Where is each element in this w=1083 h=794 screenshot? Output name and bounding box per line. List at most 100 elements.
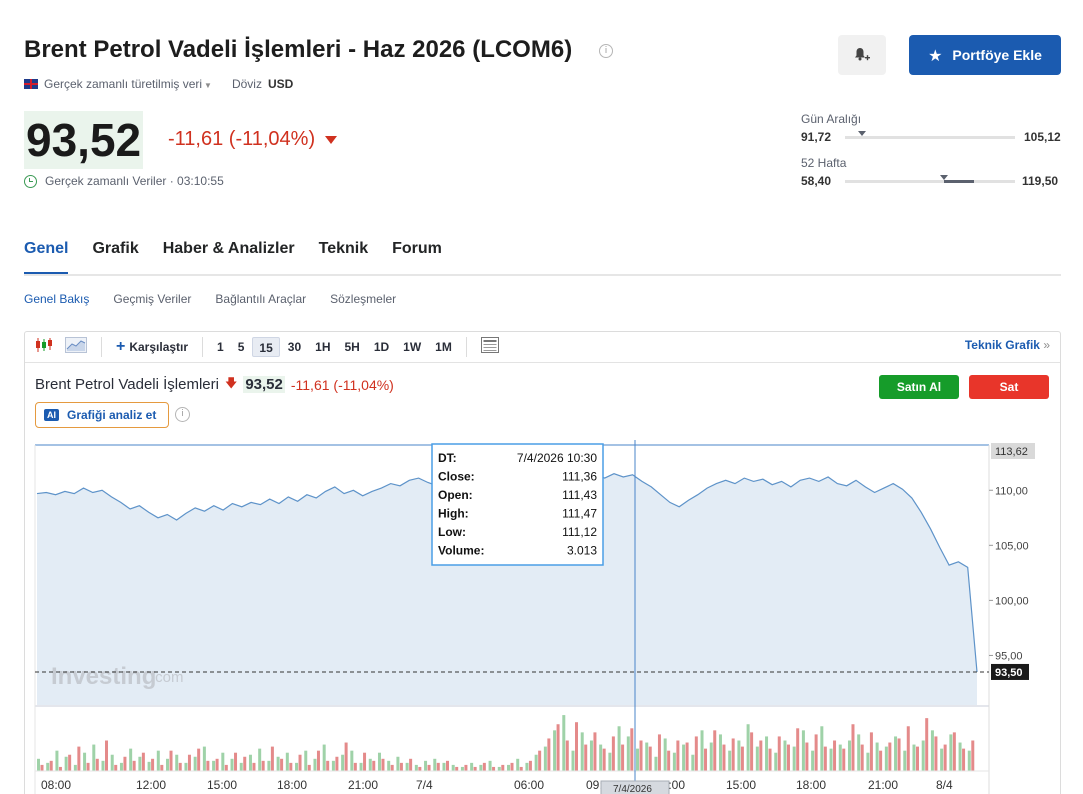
tooltip-value: 111,47 [562,507,597,521]
volume-bar-buy [119,762,123,771]
subtab-contracts[interactable]: Sözleşmeler [330,292,396,306]
data-table-icon[interactable] [475,337,505,357]
volume-bar-sell [335,756,339,771]
volume-bar-buy [626,736,630,771]
interval-1[interactable]: 1 [211,337,230,357]
volume-bar-buy [451,764,455,771]
tooltip-label: Low: [438,525,466,539]
interval-5h[interactable]: 5H [338,337,365,357]
volume-bar-buy [129,748,133,771]
tooltip-label: Close: [438,470,475,484]
volume-bar-buy [921,740,925,771]
analyze-chart-button[interactable]: AI Grafiği analiz et [35,402,169,428]
volume-bar-sell [602,748,606,771]
volume-bar-buy [866,752,870,771]
volume-bar-sell [95,758,99,771]
volume-bar-sell [132,760,136,771]
compare-button[interactable]: + Karşılaştır [110,337,194,357]
interval-1d[interactable]: 1D [368,337,395,357]
volume-bar-buy [424,760,428,771]
volume-bar-sell [243,756,247,771]
volume-bar-buy [405,762,409,771]
volume-bar-buy [138,756,142,771]
x-tick-label: 06:00 [514,778,544,792]
volume-bar-buy [322,744,326,771]
volume-bar-buy [718,734,722,771]
chart-toolbar: + Karşılaştır 1 5 15 30 1H 5H 1D 1W 1M Teknik Gr… [25,332,1060,363]
volume-bar-sell [353,762,357,771]
volume-bar-sell [492,766,496,771]
tab-technical[interactable]: Teknik [319,240,369,275]
subtab-related-instruments[interactable]: Bağlantılı Araçlar [215,292,306,306]
volume-bar-sell [215,758,219,771]
analyze-chart-label: Grafiği analiz et [67,408,157,422]
sell-button[interactable]: Sat [969,375,1049,399]
info-icon[interactable]: i [175,407,190,422]
volume-bar-sell [786,744,790,771]
tab-chart[interactable]: Grafik [92,240,138,275]
volume-bar-sell [381,758,385,771]
volume-bar-buy [829,748,833,771]
volume-bar-sell [399,762,403,771]
x-tick-label: 21:00 [348,778,378,792]
interval-1w[interactable]: 1W [397,337,427,357]
volume-bar-buy [414,764,418,771]
volume-bar-sell [943,744,947,771]
volume-bar-buy [553,730,557,771]
volume-bar-sell [648,746,652,771]
area-chart-icon[interactable] [59,337,93,357]
volume-bar-buy [682,744,686,771]
subtab-historical-data[interactable]: Geçmiş Veriler [113,292,191,306]
tooltip-value: 111,43 [562,488,597,502]
info-icon[interactable]: i [599,44,613,58]
volume-bar-buy [884,746,888,771]
investing-watermark: Investing [51,663,156,690]
data-source-dropdown[interactable]: Gerçek zamanlı türetilmiş veri ▼ [44,77,212,91]
volume-bar-sell [888,742,892,771]
volume-bar-sell [372,760,376,771]
subtab-overview[interactable]: Genel Bakış [24,292,89,306]
volume-bar-buy [930,730,934,771]
day-range-marker [858,131,866,136]
data-source-row: Gerçek zamanlı türetilmiş veri ▼ Döviz US… [24,77,293,91]
volume-bar-buy [350,750,354,771]
tab-overview[interactable]: Genel [24,240,69,275]
realtime-label: Gerçek zamanlı Veriler · 03:10:55 [45,174,224,188]
volume-bar-sell [344,742,348,771]
add-alert-button[interactable] [838,35,886,75]
volume-bar-sell [934,736,938,771]
day-range-high: 105,12 [1024,130,1061,144]
volume-bar-buy [258,748,262,771]
volume-bar-buy [396,756,400,771]
tab-forum[interactable]: Forum [392,240,442,275]
volume-bar-buy [534,754,538,771]
candlestick-icon[interactable] [25,337,59,357]
x-tick-label: 08:00 [41,778,71,792]
volume-bar-sell [178,762,182,771]
add-to-portfolio-button[interactable]: ★ Portföye Ekle [909,35,1061,75]
interval-30[interactable]: 30 [282,337,307,357]
interval-1h[interactable]: 1H [309,337,336,357]
price-chart[interactable]: Investing.com110,00105,00100,0095,00113,… [25,440,1060,794]
volume-bar-sell [280,758,284,771]
interval-1m[interactable]: 1M [429,337,458,357]
volume-bar-sell [685,742,689,771]
currency-value: USD [267,77,294,91]
volume-bar-sell [740,746,744,771]
volume-bar-buy [285,752,289,771]
volume-bar-sell [261,760,265,771]
volume-bar-buy [212,760,216,771]
down-arrow-icon: 🡇 [224,376,238,390]
volume-bar-sell [611,736,615,771]
interval-5[interactable]: 5 [232,337,251,357]
tooltip-value: 7/4/2026 10:30 [517,451,597,465]
volume-bar-buy [875,742,879,771]
volume-bar-sell [676,740,680,771]
volume-bar-buy [847,740,851,771]
buy-button[interactable]: Satın Al [879,375,959,399]
volume-bar-sell [316,750,320,771]
tab-news-analysis[interactable]: Haber & Analizler [163,240,295,275]
interval-15[interactable]: 15 [252,337,280,357]
technical-chart-link[interactable]: Teknik Grafik » [965,338,1050,352]
x-tick-label: 18:00 [277,778,307,792]
